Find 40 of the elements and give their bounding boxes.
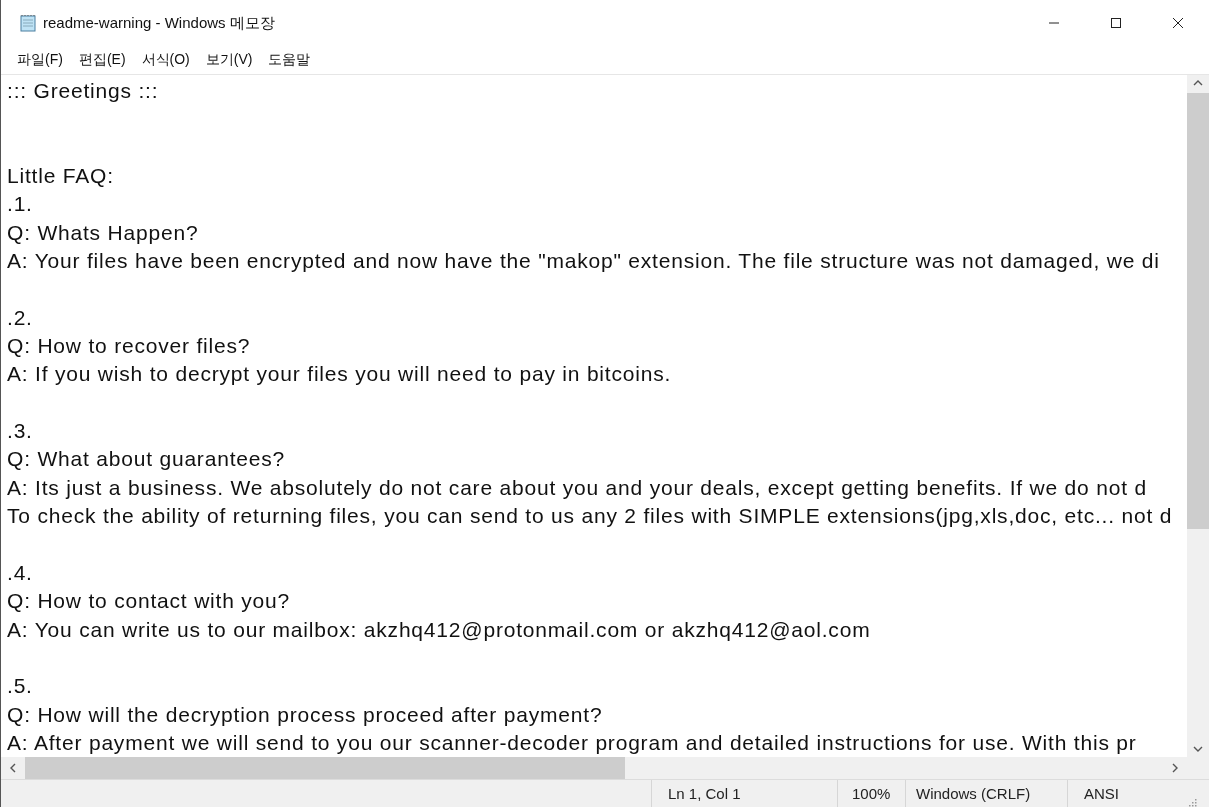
scroll-up-icon[interactable] — [1193, 79, 1203, 87]
text-line: ::: Greetings ::: — [7, 78, 159, 104]
text-line: A: After payment we will send to you our scanner-decoder program and detailed instructions for use. With this pr — [7, 729, 1137, 756]
notepad-icon — [19, 14, 37, 32]
scrollbar-thumb[interactable] — [1187, 93, 1209, 529]
vertical-scrollbar[interactable] — [1187, 75, 1209, 757]
close-icon — [1172, 17, 1184, 29]
scroll-left-icon[interactable] — [9, 763, 17, 773]
text-line: A: If you wish to decrypt your files you will need to pay in bitcoins. — [7, 361, 672, 388]
text-line: A: You can write us to our mailbox: akzhq412@protonmail.com or akzhq412@aol.com — [7, 616, 871, 643]
text-line: .4. — [7, 559, 33, 586]
text-line: Q: How to recover files? — [7, 333, 251, 360]
menu-item[interactable]: 파일(F) — [11, 49, 69, 71]
text-line: Little FAQ: — [7, 163, 114, 190]
menu-item[interactable]: 편집(E) — [72, 49, 132, 71]
maximize-icon — [1110, 17, 1122, 29]
text-line: A: Your files have been encrypted and now have the "makop" extension. The file structure was not damaged, we di — [7, 248, 1160, 275]
text-line: Q: Whats Happen? — [7, 219, 199, 246]
text-line: .1. — [7, 191, 33, 218]
window-title: readme-warning - Windows 메모장 — [43, 13, 276, 33]
text-line: Q: How to contact with you? — [7, 588, 291, 615]
text-line: A: Its just a business. We absolutely do not care about you and your deals, except getting benefits. If we do not d — [7, 474, 1147, 501]
resize-grip-icon[interactable] — [1187, 797, 1197, 807]
menu-item[interactable]: 도움말 — [262, 49, 317, 71]
encoding: ANSI — [1084, 785, 1119, 802]
scroll-down-icon[interactable] — [1193, 745, 1203, 753]
text-line: .5. — [7, 673, 33, 700]
text-line: .2. — [7, 304, 33, 331]
scrollbar-thumb[interactable] — [25, 757, 625, 779]
text-line: Q: How will the decryption process proceed after payment? — [7, 701, 603, 728]
scroll-right-icon[interactable] — [1171, 763, 1179, 773]
text-line: To check the ability of returning files, you can send to us any 2 files with SIMPLE extensions(jpg,xls,doc, etc... not d — [7, 503, 1173, 530]
horizontal-scrollbar[interactable] — [1, 757, 1187, 779]
cursor-position: Ln 1, Col 1 — [668, 785, 741, 802]
menu-item[interactable]: 보기(V) — [199, 49, 259, 71]
text-line: Q: What about guarantees? — [7, 446, 285, 473]
line-ending: Windows (CRLF) — [916, 785, 1031, 802]
zoom-level: 100% — [852, 785, 891, 802]
menu-item[interactable]: 서식(O) — [135, 49, 196, 71]
text-line: .3. — [7, 418, 33, 445]
